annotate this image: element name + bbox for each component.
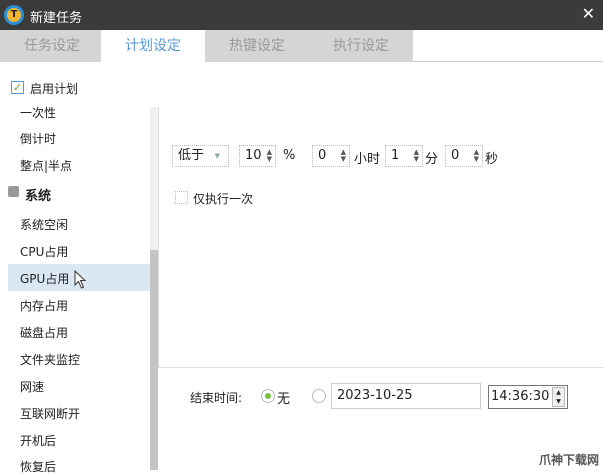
- sidebar-item-system-idle[interactable]: 系统空闲: [20, 216, 68, 233]
- stepper-arrows-icon[interactable]: ▲ ▼: [414, 149, 419, 163]
- run-once-checkbox[interactable]: [175, 191, 188, 204]
- group-collapse-icon[interactable]: [8, 186, 19, 197]
- sidebar-item-internet-disconnect[interactable]: 互联网断开: [20, 405, 80, 422]
- enable-schedule-label: 启用计划: [30, 82, 79, 96]
- app-logo-icon: T: [4, 5, 24, 25]
- chevron-down-icon: ▼: [214, 152, 220, 160]
- tab-execute-settings[interactable]: 执行设定: [309, 30, 413, 62]
- end-time-value: 14:36:30: [491, 389, 550, 404]
- seconds-value: 0: [451, 148, 460, 163]
- stepper-arrows-icon[interactable]: ▲ ▼: [552, 387, 565, 407]
- enable-schedule-checkbox[interactable]: ✓: [11, 81, 24, 94]
- sidebar-item-after-resume[interactable]: 恢复后: [20, 458, 56, 475]
- stepper-arrows-icon[interactable]: ▲ ▼: [474, 149, 479, 163]
- sidebar-group-system[interactable]: 系统: [25, 185, 51, 204]
- hours-value: 0: [318, 148, 327, 163]
- percent-stepper[interactable]: 10 ▲ ▼: [239, 145, 276, 167]
- tab-task-settings[interactable]: 任务设定: [0, 30, 104, 62]
- sidebar-item-cpu[interactable]: CPU占用: [20, 243, 68, 260]
- end-time-none-radio[interactable]: [261, 389, 275, 403]
- percent-unit: %: [283, 148, 296, 163]
- title-bar: T 新建任务 ✕: [0, 0, 603, 30]
- sidebar-item-memory[interactable]: 内存占用: [20, 297, 68, 314]
- sidebar-item-countdown[interactable]: 倒计时: [20, 130, 56, 147]
- compare-value: 低于: [178, 148, 205, 163]
- watermark: 爪神下载网: [538, 453, 599, 467]
- minutes-value: 1: [391, 148, 400, 163]
- end-time-input[interactable]: 14:36:30 ▲ ▼: [488, 385, 568, 409]
- hours-unit: 小时: [354, 152, 381, 167]
- percent-value: 10: [245, 148, 262, 163]
- sidebar-item-after-boot[interactable]: 开机后: [20, 432, 56, 449]
- run-once-label: 仅执行一次: [193, 192, 254, 206]
- section-divider: [158, 367, 603, 368]
- panel-divider: [158, 107, 159, 367]
- seconds-stepper[interactable]: 0 ▲ ▼: [445, 145, 483, 167]
- sidebar-item-hourly[interactable]: 整点|半点: [20, 157, 72, 174]
- sidebar-item-gpu[interactable]: GPU占用: [20, 270, 69, 287]
- end-time-label: 结束时间:: [190, 391, 243, 405]
- end-time-none-label: 无: [277, 392, 291, 407]
- stepper-arrows-icon[interactable]: ▲ ▼: [341, 149, 346, 163]
- minutes-unit: 分: [425, 152, 439, 167]
- sidebar-scrollbar-thumb[interactable]: [150, 250, 158, 470]
- sidebar-item-disk[interactable]: 磁盘占用: [20, 324, 68, 341]
- sidebar-item-network-speed[interactable]: 网速: [20, 378, 44, 395]
- minutes-stepper[interactable]: 1 ▲ ▼: [385, 145, 423, 167]
- seconds-unit: 秒: [485, 152, 499, 167]
- end-date-input[interactable]: 2023-10-25: [331, 383, 481, 409]
- compare-select[interactable]: 低于 ▼: [172, 145, 229, 167]
- stepper-arrows-icon[interactable]: ▲ ▼: [267, 149, 272, 163]
- close-icon[interactable]: ✕: [582, 4, 595, 23]
- sidebar-item-once[interactable]: 一次性: [20, 104, 56, 121]
- window-title: 新建任务: [30, 11, 83, 26]
- sidebar-item-folder-monitor[interactable]: 文件夹监控: [20, 351, 80, 368]
- tab-schedule-settings[interactable]: 计划设定: [101, 30, 205, 62]
- tab-bar: 任务设定 计划设定 热键设定 执行设定: [0, 30, 603, 62]
- end-time-date-radio[interactable]: [312, 389, 326, 403]
- mouse-cursor-icon: [74, 270, 87, 289]
- hours-stepper[interactable]: 0 ▲ ▼: [312, 145, 350, 167]
- tab-hotkey-settings[interactable]: 热键设定: [205, 30, 309, 62]
